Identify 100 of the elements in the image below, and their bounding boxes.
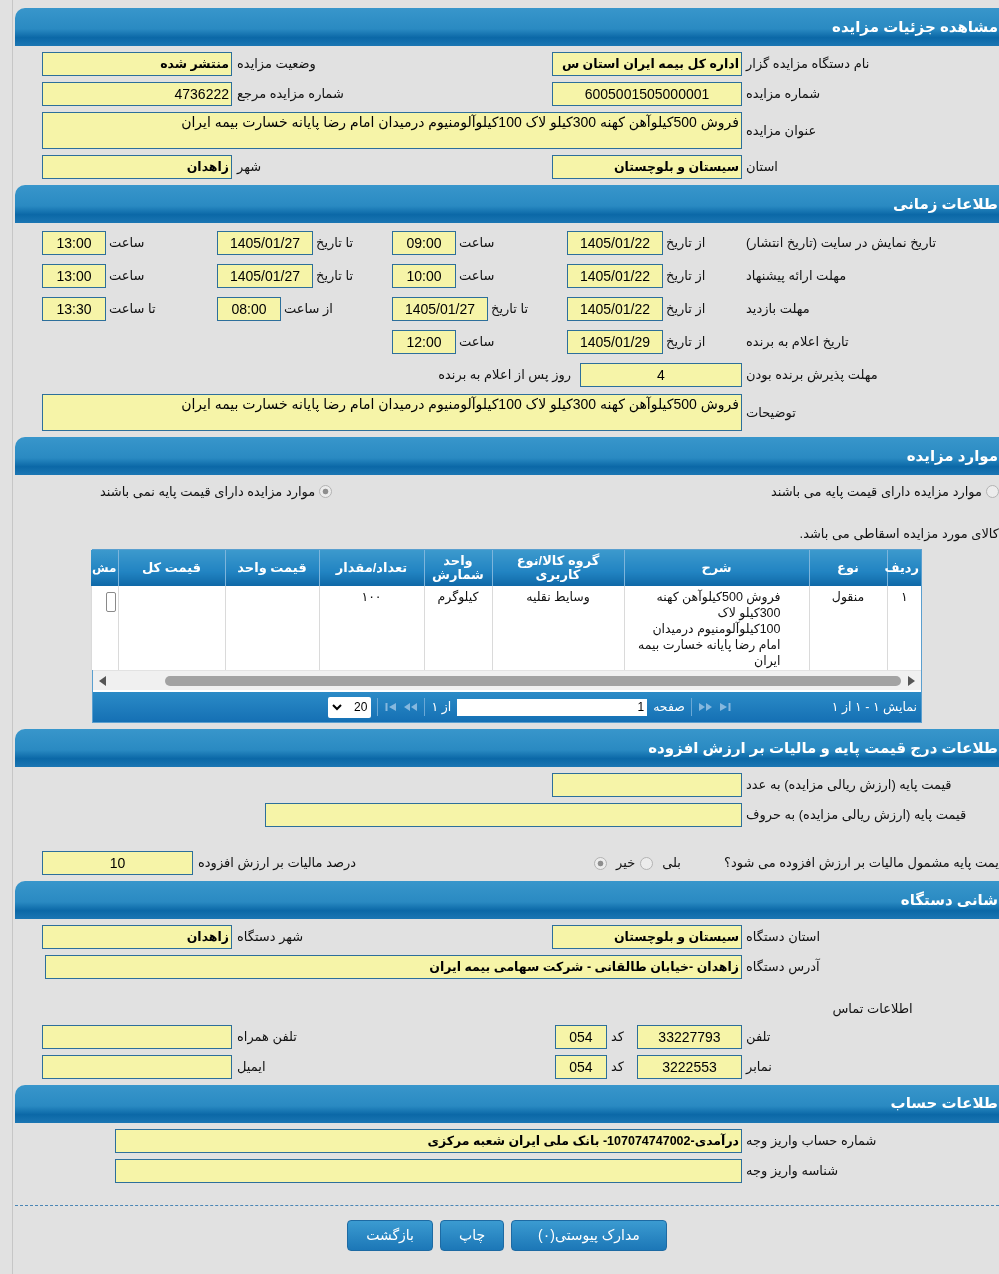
field-label: مهلت ارائه پیشنهاد	[746, 268, 847, 284]
scroll-right-icon[interactable]	[907, 675, 915, 686]
field-label: مهلت پذیرش برنده بودن	[746, 367, 878, 383]
text-field[interactable]: زاهدان -خیابان طالقانی - شرکت سهامی بیمه ایران	[45, 955, 742, 979]
text-field[interactable]: زاهدان	[42, 925, 232, 949]
field-label: شماره مزایده	[746, 86, 821, 102]
date-field[interactable]: 1405/01/22	[567, 231, 663, 255]
text-area[interactable]: فروش 500کیلوآهن کهنه 300کیلو لاک 100کیلوآلومنیوم درمیدان امام رضا پایانه خسارت بیمه ایران	[42, 394, 742, 431]
text-field[interactable]: 6005001505000001	[552, 82, 742, 106]
field-label: نام دستگاه مزایده گزار	[746, 56, 870, 72]
first-page-icon[interactable]	[718, 702, 732, 712]
text-field[interactable]	[42, 1054, 232, 1079]
code-field[interactable]: 054	[555, 1024, 607, 1049]
text-field[interactable]: 4736222	[42, 82, 232, 106]
column-header[interactable]: مش	[91, 550, 118, 586]
text-field[interactable]: زاهدان	[42, 155, 232, 179]
section-title: طلاعات زمانی	[893, 193, 998, 215]
action-button[interactable]: مدارک پیوستی(۰)	[511, 1219, 667, 1251]
text-field[interactable]: درآمدی-107074747002- بانک ملی ایران شعبه مرکزی	[115, 1128, 742, 1153]
field-label: ساعت	[459, 234, 495, 253]
note-text: کالای مورد مزایده اسقاطی می باشد.	[799, 524, 999, 543]
code-field[interactable]: 054	[555, 1054, 607, 1079]
field-label: تا تاریخ	[316, 234, 354, 253]
field-label: تلفن همراه	[237, 1027, 297, 1047]
text-field[interactable]	[552, 773, 742, 797]
pager-summary: نمایش ۱ - ۱ از ۱	[831, 698, 917, 717]
field-label: قیمت پایه (ارزش ریالی مزایده) به حروف	[746, 807, 967, 823]
column-header[interactable]: شرح	[624, 550, 809, 586]
time-field[interactable]: 12:00	[392, 330, 456, 354]
column-header[interactable]: قیمت کل	[118, 550, 225, 586]
table-cell: ۱	[887, 586, 921, 670]
date-field[interactable]: 1405/01/29	[567, 330, 663, 354]
radio-button[interactable]	[594, 856, 608, 870]
time-field[interactable]: 13:00	[42, 231, 106, 255]
text-field[interactable]: 10	[42, 851, 193, 875]
field-label: شماره حساب واریز وجه	[746, 1132, 877, 1148]
column-header[interactable]: ردیف	[887, 550, 921, 586]
field-label: وضعیت مزایده	[237, 55, 316, 74]
table-cell: منقول	[809, 586, 887, 670]
date-field[interactable]: 1405/01/27	[217, 231, 313, 255]
next-page-icon[interactable]	[403, 702, 419, 712]
phone-field[interactable]: 3222553	[637, 1054, 742, 1079]
column-header[interactable]: واحد شمارش	[424, 550, 492, 586]
section-title: طلاعات درج قیمت پایه و مالیات بر ارزش افزوده	[648, 737, 998, 760]
section-title: طلاعات حساب	[890, 1093, 998, 1114]
time-field[interactable]: 13:30	[42, 297, 106, 321]
radio-label: بلی	[662, 854, 681, 873]
time-field[interactable]: 09:00	[392, 231, 456, 255]
section-title: موارد مزایده	[906, 445, 998, 467]
field-label: شهر دستگاه	[237, 928, 304, 947]
field-label: تلفن	[746, 1028, 771, 1044]
text-field[interactable]: سیستان و بلوچستان	[552, 925, 742, 949]
text-field[interactable]	[115, 1158, 742, 1183]
time-field[interactable]: 13:00	[42, 264, 106, 288]
column-header[interactable]: تعداد/مقدار	[319, 550, 424, 586]
last-page-icon[interactable]	[384, 702, 398, 712]
section-title: مشاهده جزئیات مزایده	[832, 16, 998, 38]
date-field[interactable]: 1405/01/22	[567, 264, 663, 288]
previous-page-icon[interactable]	[697, 702, 713, 712]
text-field[interactable]: اداره کل بیمه ایران استان س	[552, 52, 742, 76]
radio-label: موارد مزایده دارای قیمت پایه نمی باشند	[100, 483, 316, 502]
text-field[interactable]: سیستان و بلوچستان	[552, 155, 742, 179]
time-field[interactable]: 10:00	[392, 264, 456, 288]
phone-field[interactable]: 33227793	[637, 1024, 742, 1049]
section-title: شانی دستگاه	[900, 889, 998, 910]
field-label: تا ساعت	[109, 300, 156, 319]
field-label: استان دستگاه	[746, 929, 821, 945]
radio-label: خیر	[616, 854, 636, 873]
date-field[interactable]: 1405/01/27	[217, 264, 313, 288]
small-button[interactable]	[105, 592, 116, 612]
page-input[interactable]: 1	[457, 698, 648, 716]
field-label: از تاریخ	[666, 300, 706, 319]
action-button[interactable]: چاپ	[440, 1219, 505, 1251]
text-field[interactable]	[265, 803, 742, 827]
horizontal-scrollbar[interactable]	[93, 670, 921, 690]
field-label: از تاریخ	[666, 267, 706, 286]
radio-button[interactable]	[986, 485, 999, 499]
column-header[interactable]: گروه کالا/نوع کاربری	[492, 550, 624, 586]
text-area[interactable]: فروش 500کیلوآهن کهنه 300کیلو لاک 100کیلوآلومنیوم درمیدان امام رضا پایانه خسارت بیمه ایران	[42, 112, 742, 149]
column-header[interactable]: قیمت واحد	[225, 550, 319, 586]
text-field[interactable]: منتشر شده	[42, 52, 232, 76]
radio-button[interactable]	[319, 485, 333, 499]
caret-icon[interactable]	[332, 703, 343, 711]
scroll-left-icon[interactable]	[99, 675, 107, 686]
radio-button[interactable]	[640, 856, 654, 870]
table-cell: فروش 500کیلوآهن کهنه 300کیلو لاک 100کیلوآلومنیوم درمیدان امام رضا پایانه خسارت بیمه ایران	[624, 586, 809, 670]
date-field[interactable]: 1405/01/22	[567, 297, 663, 321]
action-button[interactable]: بازگشت	[347, 1219, 433, 1251]
text-field[interactable]	[42, 1024, 232, 1049]
date-field[interactable]: 1405/01/27	[392, 297, 488, 321]
table-cell: ۱۰۰	[319, 586, 424, 670]
time-field[interactable]: 08:00	[217, 297, 281, 321]
scrollbar-thumb[interactable]	[165, 675, 901, 686]
page-size-select[interactable]: 20	[328, 696, 372, 718]
field-label: توضیحات	[746, 404, 796, 420]
page-label: صفحه	[653, 698, 685, 716]
field-label: یمت پایه مشمول مالیات بر ارزش افزوده می شود؟	[724, 855, 999, 871]
field-label: شماره مزایده مرجع	[237, 85, 344, 104]
field-label: ساعت	[109, 267, 145, 286]
text-field[interactable]: 4	[580, 363, 742, 387]
